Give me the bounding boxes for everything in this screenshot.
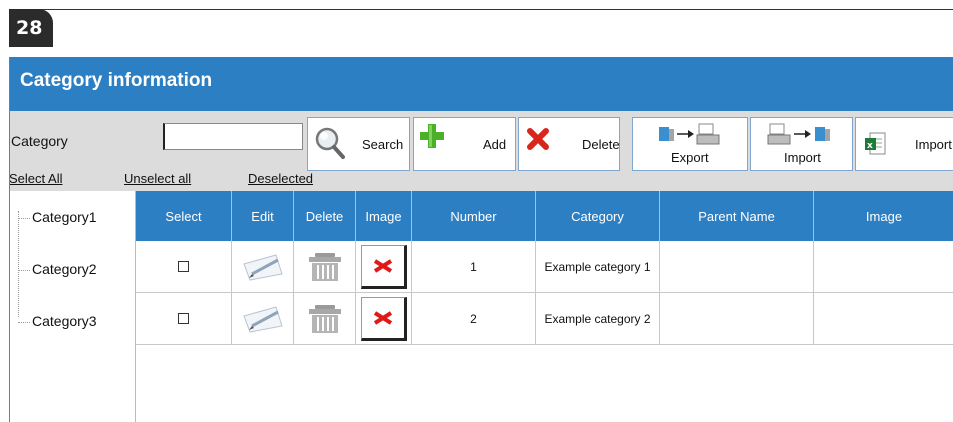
title-bar: Category information bbox=[10, 57, 953, 111]
excel-icon: x bbox=[865, 132, 886, 155]
tree-item-label: Category2 bbox=[32, 261, 97, 277]
import-button[interactable]: Import bbox=[750, 117, 853, 171]
column-header-select[interactable]: Select bbox=[136, 191, 232, 241]
import-icon bbox=[767, 123, 830, 145]
import-button-label: Import bbox=[784, 150, 821, 165]
unselect-all-link[interactable]: Unselect all bbox=[124, 171, 191, 186]
red-x-icon bbox=[527, 128, 549, 150]
tree-item-category1[interactable]: Category1 bbox=[18, 209, 97, 225]
search-button[interactable]: Search bbox=[307, 117, 410, 171]
row-number: 1 bbox=[412, 241, 536, 292]
search-button-label: Search bbox=[362, 137, 404, 152]
toolbar: Category Search Add Delete Export Import… bbox=[10, 111, 953, 191]
trash-icon[interactable] bbox=[305, 252, 345, 282]
row-select-cell bbox=[136, 241, 232, 292]
category-window: Category information Category Search Add bbox=[9, 57, 953, 422]
import-excel-button[interactable]: x Import bbox=[855, 117, 953, 171]
delete-button[interactable]: Delete bbox=[518, 117, 620, 171]
category-label: Category bbox=[11, 133, 68, 149]
row-number: 2 bbox=[412, 293, 536, 344]
add-button[interactable]: Add bbox=[413, 117, 516, 171]
edit-pencil-icon[interactable] bbox=[240, 304, 286, 334]
row-edit-cell bbox=[232, 241, 294, 292]
column-header-parent-name[interactable]: Parent Name bbox=[660, 191, 814, 241]
delete-button-label: Delete bbox=[582, 137, 620, 152]
tree-item-category3[interactable]: Category3 bbox=[18, 313, 97, 329]
trash-icon[interactable] bbox=[305, 304, 345, 334]
row-checkbox[interactable] bbox=[178, 313, 189, 324]
magnifier-icon bbox=[315, 127, 345, 159]
row-select-cell bbox=[136, 293, 232, 344]
row-image-2 bbox=[814, 293, 953, 344]
edit-pencil-icon[interactable] bbox=[240, 252, 286, 282]
column-header-category[interactable]: Category bbox=[536, 191, 660, 241]
page-number-badge: 28 bbox=[9, 9, 53, 47]
row-parent-name bbox=[660, 293, 814, 344]
top-rule bbox=[9, 9, 953, 10]
column-header-image[interactable]: Image bbox=[356, 191, 412, 241]
export-button-label: Export bbox=[671, 150, 709, 165]
tree-item-category2[interactable]: Category2 bbox=[18, 261, 97, 277]
row-parent-name bbox=[660, 241, 814, 292]
export-button[interactable]: Export bbox=[632, 117, 748, 171]
add-button-label: Add bbox=[483, 137, 507, 152]
deselected-link[interactable]: Deselected bbox=[248, 171, 313, 186]
import-excel-button-label: Import bbox=[915, 137, 952, 152]
row-category: Example category 2 bbox=[536, 293, 660, 344]
category-tree: Category1 Category2 Category3 bbox=[10, 191, 136, 422]
plus-icon bbox=[420, 124, 444, 148]
row-checkbox[interactable] bbox=[178, 261, 189, 272]
column-header-delete[interactable]: Delete bbox=[294, 191, 356, 241]
column-header-edit[interactable]: Edit bbox=[232, 191, 294, 241]
table-row: 2 Example category 2 bbox=[136, 293, 953, 345]
column-header-number[interactable]: Number bbox=[412, 191, 536, 241]
row-image-cell bbox=[356, 293, 412, 344]
window-title: Category information bbox=[20, 70, 213, 91]
svg-text:x: x bbox=[867, 141, 873, 151]
export-icon bbox=[659, 123, 720, 145]
broken-image-icon[interactable] bbox=[360, 244, 407, 289]
row-image-2 bbox=[814, 241, 953, 292]
table-row: 1 Example category 1 bbox=[136, 241, 953, 293]
column-header-image-2[interactable]: Image bbox=[814, 191, 953, 241]
row-category: Example category 1 bbox=[536, 241, 660, 292]
row-delete-cell bbox=[294, 241, 356, 292]
category-search-input[interactable] bbox=[163, 123, 303, 150]
row-image-cell bbox=[356, 241, 412, 292]
row-delete-cell bbox=[294, 293, 356, 344]
grid-header: Select Edit Delete Image Number Category… bbox=[136, 191, 953, 241]
tree-item-label: Category1 bbox=[32, 209, 97, 225]
select-all-link[interactable]: Select All bbox=[10, 171, 62, 186]
row-edit-cell bbox=[232, 293, 294, 344]
tree-item-label: Category3 bbox=[32, 313, 97, 329]
broken-image-icon[interactable] bbox=[360, 296, 407, 341]
